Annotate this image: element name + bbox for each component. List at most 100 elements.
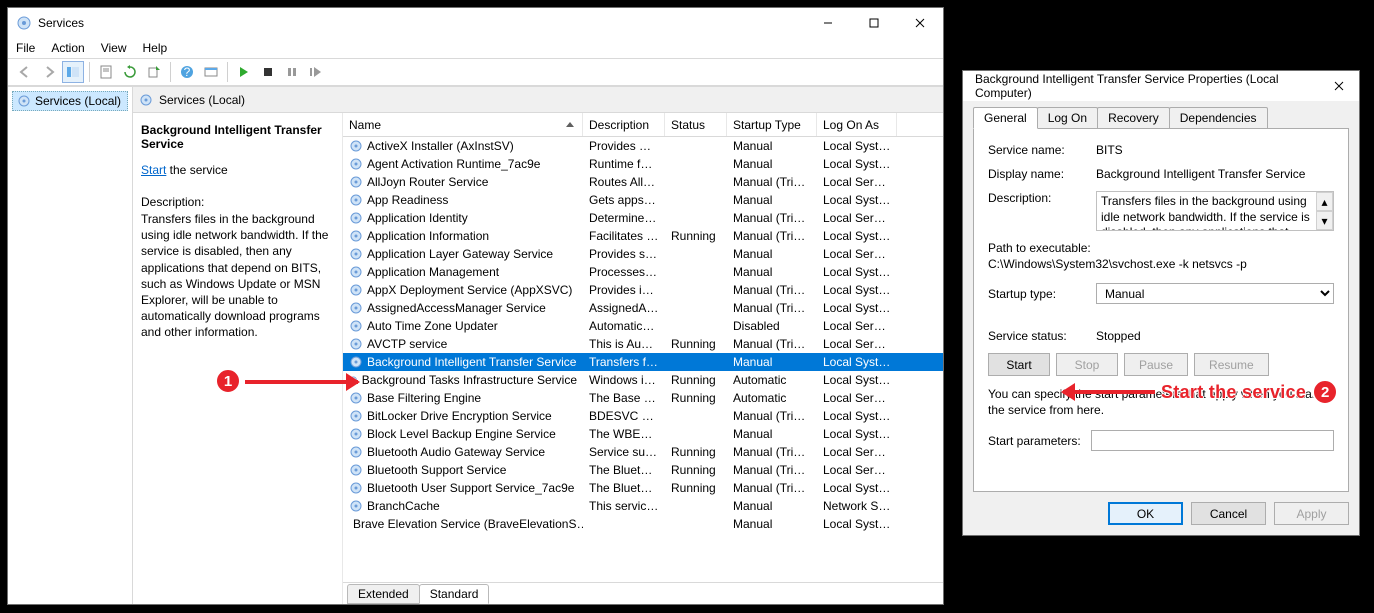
col-status[interactable]: Status [665,113,727,136]
tab-recovery[interactable]: Recovery [1097,107,1170,129]
forward-button[interactable] [38,61,60,83]
table-row[interactable]: Block Level Backup Engine ServiceThe WBE… [343,425,943,443]
service-status-value: Stopped [1096,329,1334,343]
grid-body[interactable]: ActiveX Installer (AxInstSV)Provides Us…… [343,137,943,582]
gear-icon [349,175,363,189]
gear-icon [349,319,363,333]
menu-action[interactable]: Action [51,41,84,55]
export-icon[interactable] [143,61,165,83]
dialog-tabs: General Log On Recovery Dependencies [973,107,1349,129]
table-row[interactable]: Application ManagementProcesses in…Manua… [343,263,943,281]
gear-icon [139,93,153,107]
gear-icon [349,463,363,477]
table-row[interactable]: ActiveX Installer (AxInstSV)Provides Us…… [343,137,943,155]
start-params-input[interactable] [1091,430,1334,451]
col-logon[interactable]: Log On As [817,113,897,136]
properties-icon[interactable] [95,61,117,83]
table-row[interactable]: Agent Activation Runtime_7ac9eRuntime fo… [343,155,943,173]
tab-general[interactable]: General [973,107,1038,129]
table-row[interactable]: Background Intelligent Transfer ServiceT… [343,353,943,371]
tree-services-local[interactable]: Services (Local) [12,91,128,111]
col-name[interactable]: Name [343,113,583,136]
tab-logon[interactable]: Log On [1037,107,1098,129]
window-title: Services [38,16,805,30]
services-icon [16,15,32,31]
gear-icon [349,337,363,351]
tab-extended[interactable]: Extended [347,584,420,604]
table-row[interactable]: Brave Elevation Service (BraveElevationS… [343,515,943,533]
gear-icon [349,427,363,441]
table-row[interactable]: AVCTP serviceThis is Audi…RunningManual … [343,335,943,353]
col-description[interactable]: Description [583,113,665,136]
table-row[interactable]: Application Layer Gateway ServiceProvide… [343,245,943,263]
pause-service-icon[interactable] [281,61,303,83]
restart-service-icon[interactable] [305,61,327,83]
maximize-button[interactable] [851,8,897,38]
general-page: Service name:BITS Display name:Backgroun… [973,128,1349,492]
gear-icon [349,373,358,387]
gear-icon [349,157,363,171]
table-row[interactable]: App ReadinessGets apps re…ManualLocal Sy… [343,191,943,209]
table-row[interactable]: AppX Deployment Service (AppXSVC)Provide… [343,281,943,299]
dialog-titlebar[interactable]: Background Intelligent Transfer Service … [963,71,1359,101]
service-control-buttons: Start Stop Pause Resume [988,353,1334,376]
titlebar[interactable]: Services [8,8,943,38]
startup-type-select[interactable]: Manual [1096,283,1334,304]
table-row[interactable]: BranchCacheThis service …ManualNetwork S… [343,497,943,515]
gear-icon [349,301,363,315]
resume-button: Resume [1194,353,1269,376]
table-row[interactable]: BitLocker Drive Encryption ServiceBDESVC… [343,407,943,425]
refresh-icon[interactable] [119,61,141,83]
display-name-label: Display name: [988,167,1096,181]
menu-help[interactable]: Help [143,41,168,55]
start-note: You can specify the start parameters tha… [988,386,1334,418]
table-row[interactable]: Base Filtering EngineThe Base Fil…Runnin… [343,389,943,407]
properties-dialog: Background Intelligent Transfer Service … [962,70,1360,536]
start-link[interactable]: Start [141,163,166,177]
view-tabs: Extended Standard [343,582,943,604]
ok-button[interactable]: OK [1108,502,1183,525]
table-row[interactable]: Bluetooth Audio Gateway ServiceService s… [343,443,943,461]
path-label: Path to executable: [988,241,1334,255]
gear-icon [349,391,363,405]
services-grid: Name Description Status Startup Type Log… [343,113,943,604]
toolbar-icon[interactable] [200,61,222,83]
dialog-title: Background Intelligent Transfer Service … [971,72,1319,100]
col-startup[interactable]: Startup Type [727,113,817,136]
gear-icon [349,355,363,369]
start-service-icon[interactable] [233,61,255,83]
menubar: File Action View Help [8,38,943,58]
table-row[interactable]: Bluetooth User Support Service_7ac9eThe … [343,479,943,497]
start-params-label: Start parameters: [988,434,1081,448]
table-row[interactable]: Application InformationFacilitates t…Run… [343,227,943,245]
grid-header: Name Description Status Startup Type Log… [343,113,943,137]
stop-service-icon[interactable] [257,61,279,83]
gear-icon [349,265,363,279]
table-row[interactable]: AssignedAccessManager ServiceAssignedAc…… [343,299,943,317]
back-button[interactable] [14,61,36,83]
description-value[interactable]: Transfers files in the background using … [1097,192,1316,230]
cancel-button[interactable]: Cancel [1191,502,1266,525]
start-button[interactable]: Start [988,353,1050,376]
table-row[interactable]: Application IdentityDetermines …Manual (… [343,209,943,227]
tab-dependencies[interactable]: Dependencies [1169,107,1268,129]
table-row[interactable]: Background Tasks Infrastructure ServiceW… [343,371,943,389]
detail-title: Background Intelligent Transfer Service [141,123,332,151]
table-row[interactable]: Bluetooth Support ServiceThe Bluetoo…Run… [343,461,943,479]
table-row[interactable]: Auto Time Zone UpdaterAutomatica…Disable… [343,317,943,335]
startup-type-label: Startup type: [988,287,1096,301]
help-icon[interactable]: ? [176,61,198,83]
services-window: Services File Action View Help ? [7,7,944,605]
close-button[interactable] [897,8,943,38]
menu-file[interactable]: File [16,41,35,55]
table-row[interactable]: AllJoyn Router ServiceRoutes AllJo…Manua… [343,173,943,191]
minimize-button[interactable] [805,8,851,38]
dialog-close-button[interactable] [1319,81,1359,91]
service-name-value[interactable]: BITS [1096,143,1123,157]
show-hide-tree-button[interactable] [62,61,84,83]
tab-standard[interactable]: Standard [419,584,490,604]
description-scrollbar[interactable]: ▴▾ [1316,192,1333,230]
menu-view[interactable]: View [101,41,127,55]
tree-panel: Services (Local) [8,87,133,604]
service-status-label: Service status: [988,329,1096,343]
